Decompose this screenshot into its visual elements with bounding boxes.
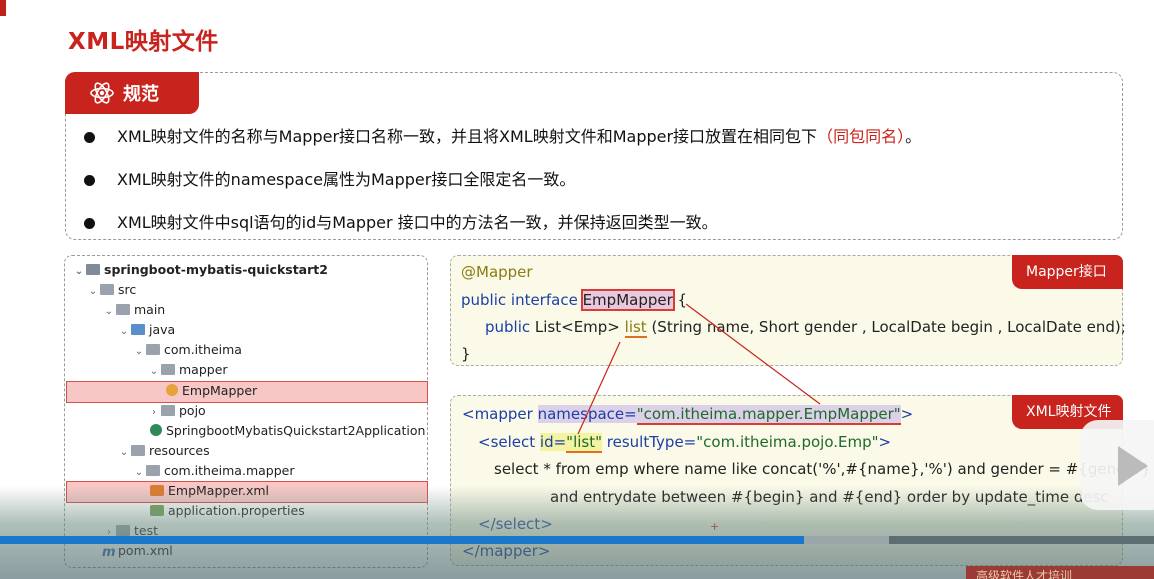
play-icon	[1118, 446, 1148, 486]
cursor-plus-icon: +	[710, 520, 719, 533]
connector-line	[685, 303, 821, 405]
progress-buffer	[804, 536, 889, 544]
play-button[interactable]	[1080, 420, 1154, 510]
watermark-caption: 高级软件人才培训	[966, 566, 1154, 579]
connector-line	[577, 341, 621, 435]
connector-arrows: +	[577, 303, 821, 533]
progress-bar[interactable]	[0, 536, 805, 544]
